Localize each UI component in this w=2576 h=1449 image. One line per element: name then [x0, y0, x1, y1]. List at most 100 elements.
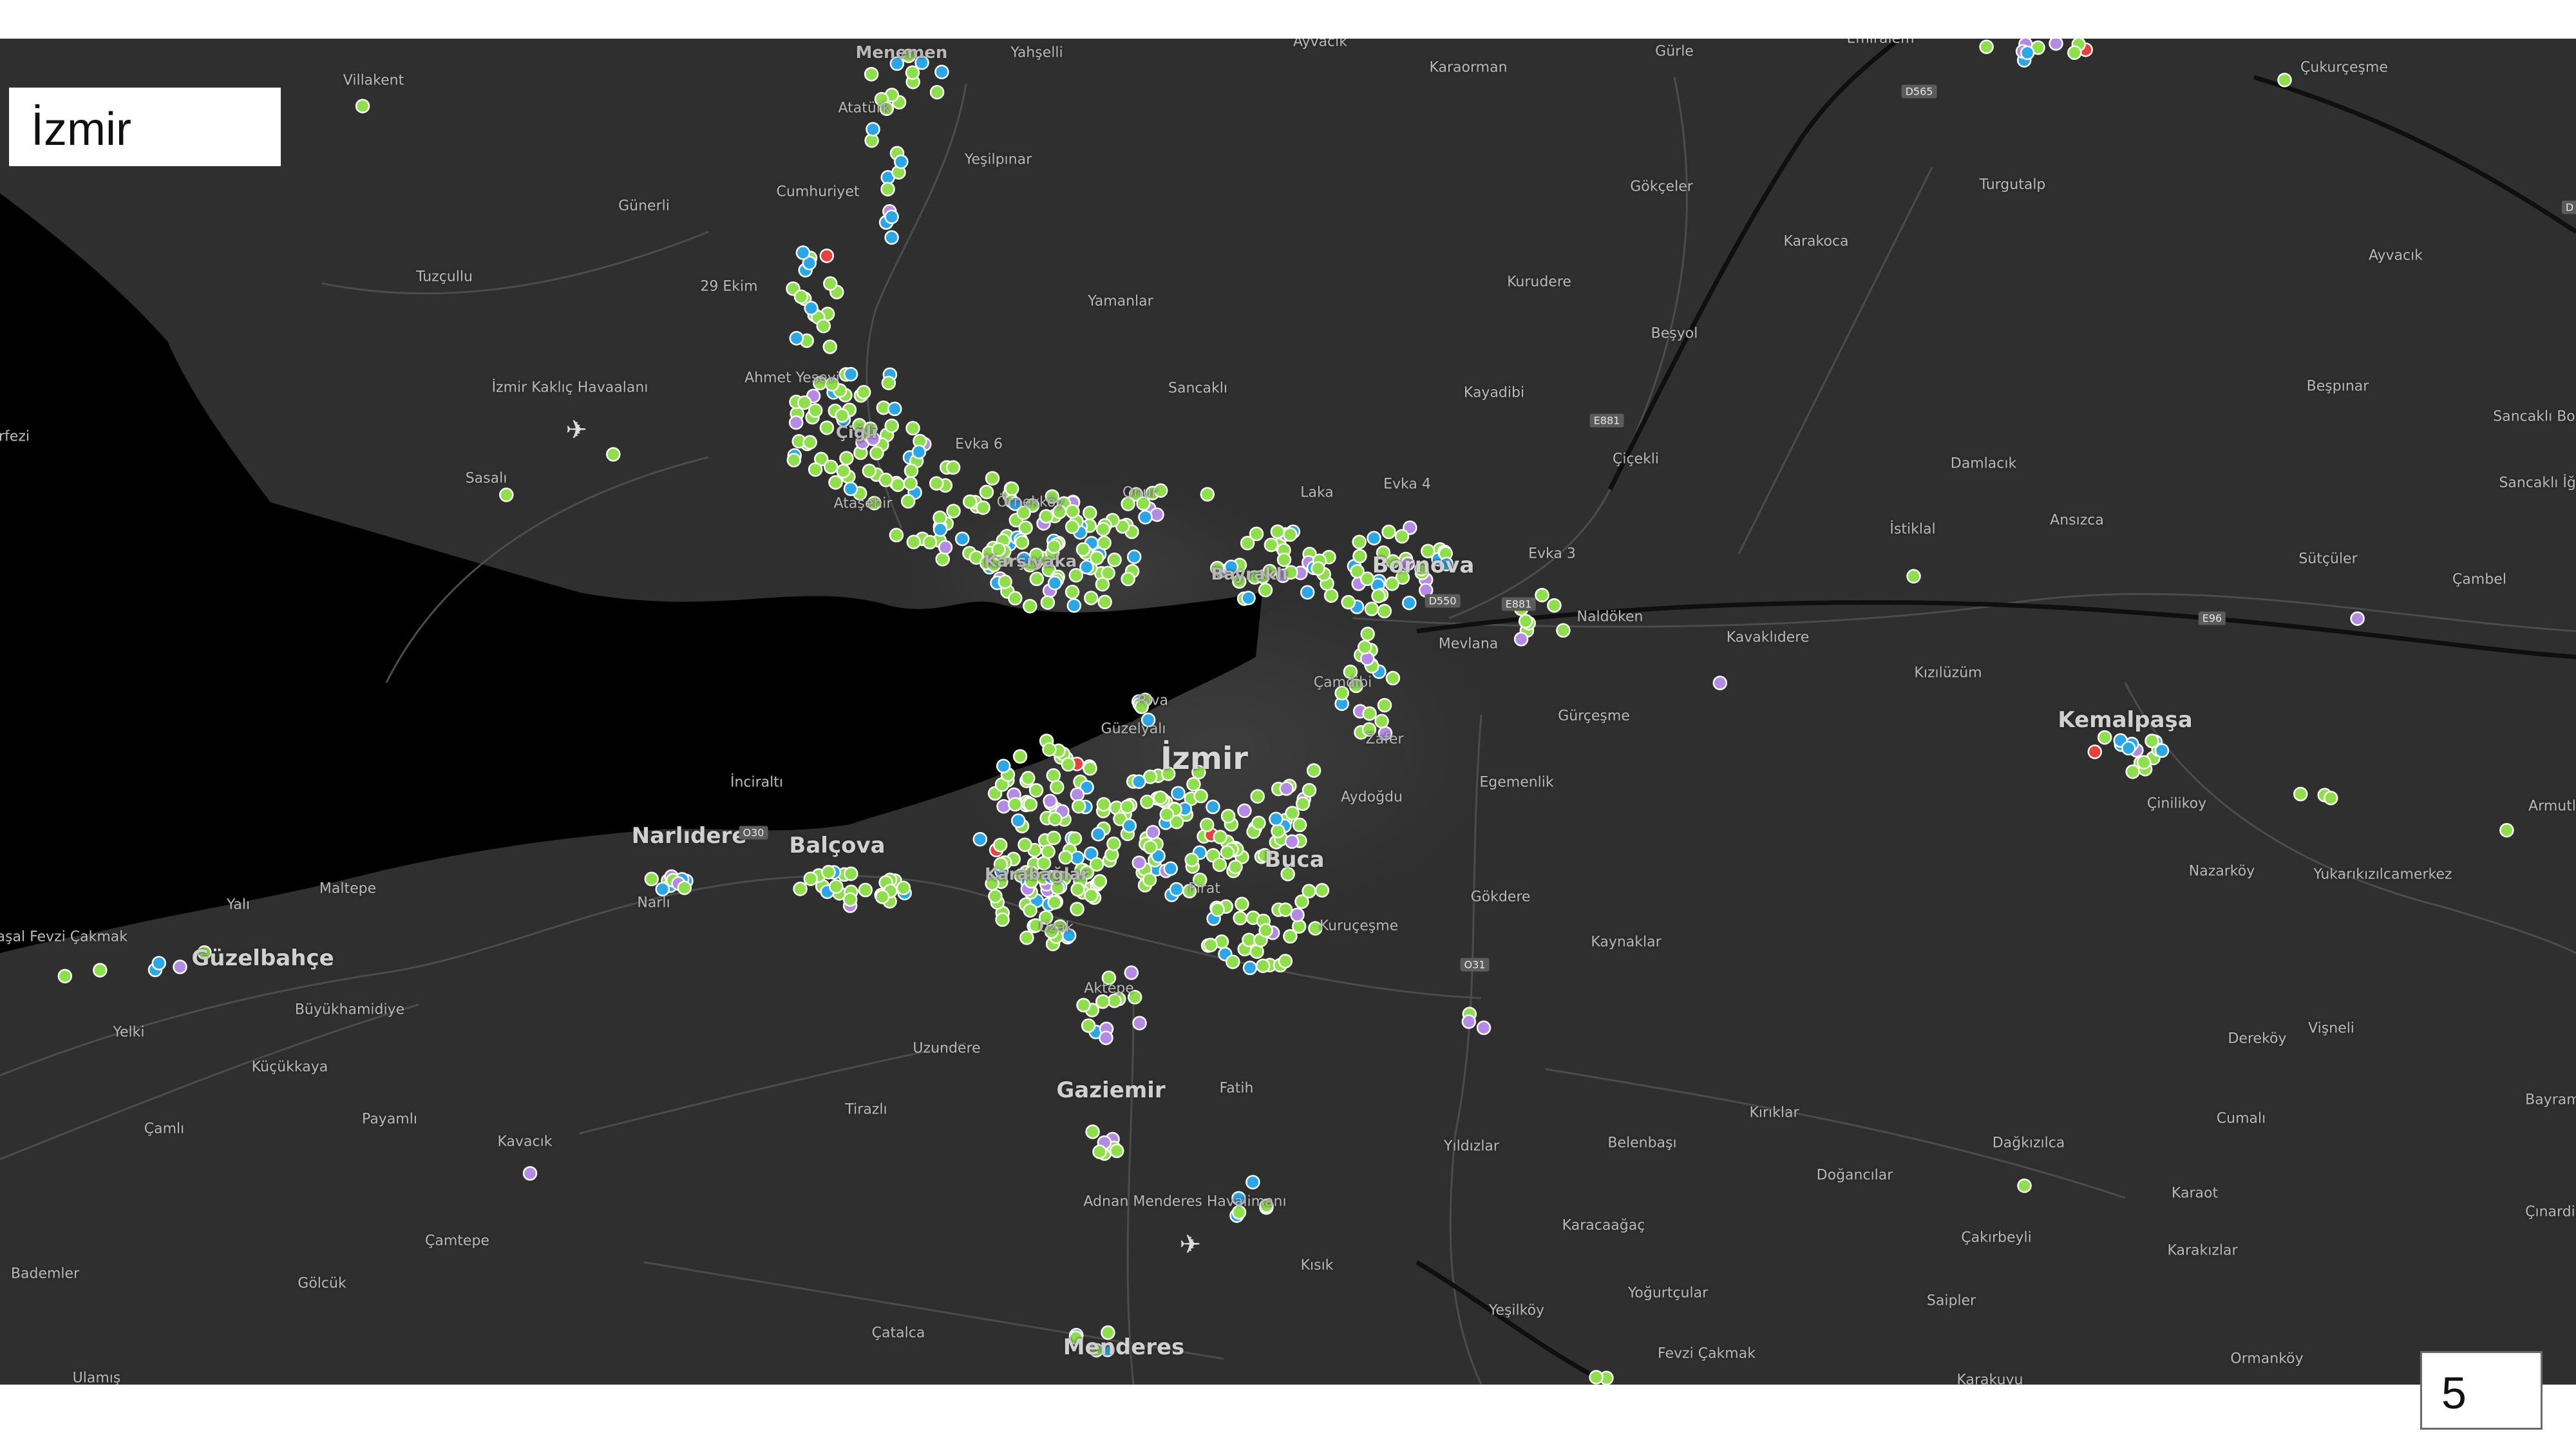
data-point[interactable]: [2499, 822, 2514, 838]
data-point[interactable]: [1004, 481, 1019, 497]
data-point[interactable]: [819, 420, 835, 435]
data-point[interactable]: [1039, 509, 1054, 524]
data-point[interactable]: [1233, 911, 1247, 925]
data-point[interactable]: [821, 865, 836, 880]
data-point[interactable]: [880, 182, 895, 196]
data-point[interactable]: [1083, 591, 1099, 605]
data-point[interactable]: [803, 871, 819, 886]
data-point[interactable]: [1124, 965, 1139, 980]
data-point[interactable]: [1251, 815, 1266, 831]
data-point[interactable]: [793, 881, 808, 896]
data-point[interactable]: [1150, 507, 1164, 522]
data-point[interactable]: [1043, 793, 1057, 809]
data-point[interactable]: [2017, 1178, 2032, 1193]
data-point[interactable]: [1067, 831, 1083, 846]
data-point[interactable]: [2097, 730, 2112, 745]
data-point[interactable]: [889, 527, 904, 543]
data-point[interactable]: [1200, 487, 1215, 502]
data-point[interactable]: [1097, 535, 1112, 551]
data-point[interactable]: [824, 459, 838, 475]
data-point[interactable]: [1021, 771, 1036, 786]
data-point[interactable]: [1518, 614, 1533, 629]
data-point[interactable]: [1095, 522, 1111, 536]
data-point[interactable]: [1237, 803, 1252, 819]
data-point[interactable]: [905, 421, 920, 436]
data-point[interactable]: [1065, 519, 1080, 535]
data-point[interactable]: [1070, 902, 1084, 916]
data-point[interactable]: [1099, 1030, 1113, 1045]
data-point[interactable]: [1377, 603, 1392, 619]
data-point[interactable]: [1367, 531, 1381, 545]
data-point[interactable]: [887, 401, 902, 417]
data-point[interactable]: [1402, 595, 1417, 611]
data-point[interactable]: [933, 522, 948, 537]
data-point[interactable]: [1381, 524, 1396, 540]
data-point[interactable]: [1096, 797, 1112, 812]
data-point[interactable]: [862, 463, 877, 478]
data-point[interactable]: [1255, 958, 1271, 973]
data-point[interactable]: [1302, 782, 1317, 798]
data-point[interactable]: [906, 535, 922, 549]
data-point[interactable]: [1295, 796, 1311, 811]
data-point[interactable]: [1193, 788, 1208, 804]
data-point[interactable]: [1306, 763, 1321, 778]
data-point[interactable]: [1083, 761, 1097, 776]
data-point[interactable]: [1258, 923, 1273, 938]
data-point[interactable]: [996, 799, 1011, 814]
data-point[interactable]: [1132, 1016, 1147, 1030]
data-point[interactable]: [998, 574, 1012, 589]
data-point[interactable]: [1278, 954, 1293, 969]
data-point[interactable]: [1285, 806, 1300, 820]
data-point[interactable]: [2020, 45, 2035, 61]
data-point[interactable]: [2350, 611, 2365, 626]
data-point[interactable]: [904, 463, 919, 478]
data-point[interactable]: [1226, 954, 1240, 969]
data-point[interactable]: [2136, 755, 2152, 770]
data-point[interactable]: [793, 289, 809, 305]
data-point[interactable]: [929, 84, 945, 100]
data-point[interactable]: [869, 446, 884, 460]
data-point[interactable]: [1186, 777, 1201, 791]
data-point[interactable]: [1264, 537, 1279, 553]
data-point[interactable]: [1250, 789, 1265, 804]
data-point[interactable]: [1169, 882, 1184, 897]
data-point[interactable]: [839, 451, 854, 466]
data-point[interactable]: [1047, 895, 1062, 910]
data-point[interactable]: [2125, 764, 2140, 779]
data-point[interactable]: [1476, 1020, 1492, 1036]
data-point[interactable]: [802, 435, 817, 450]
data-point[interactable]: [996, 759, 1011, 773]
data-point[interactable]: [1556, 623, 1571, 638]
data-point[interactable]: [797, 395, 812, 410]
data-point[interactable]: [1203, 938, 1218, 952]
data-point[interactable]: [1029, 571, 1045, 587]
data-point[interactable]: [499, 488, 514, 502]
data-point[interactable]: [57, 969, 73, 983]
data-point[interactable]: [1089, 857, 1104, 872]
data-point[interactable]: [829, 879, 844, 894]
data-point[interactable]: [1095, 994, 1110, 1009]
data-point[interactable]: [1300, 585, 1315, 600]
data-point[interactable]: [1065, 585, 1080, 600]
data-point[interactable]: [1092, 1144, 1107, 1159]
data-point[interactable]: [2154, 743, 2170, 758]
data-point[interactable]: [1314, 883, 1330, 898]
data-point[interactable]: [1122, 819, 1137, 833]
data-point[interactable]: [933, 510, 947, 526]
data-point[interactable]: [1371, 589, 1386, 603]
data-point[interactable]: [1018, 520, 1033, 535]
data-point[interactable]: [828, 475, 843, 490]
data-point[interactable]: [1979, 39, 1994, 54]
data-point[interactable]: [1352, 549, 1367, 564]
data-point[interactable]: [1199, 817, 1215, 833]
data-point[interactable]: [1210, 902, 1225, 917]
data-point[interactable]: [151, 956, 167, 971]
data-point[interactable]: [935, 551, 950, 567]
data-point[interactable]: [1323, 588, 1339, 603]
data-point[interactable]: [1008, 591, 1023, 606]
data-point[interactable]: [1341, 594, 1356, 610]
data-point[interactable]: [1374, 714, 1389, 729]
data-point[interactable]: [1311, 561, 1325, 576]
data-point[interactable]: [1159, 807, 1175, 822]
data-point[interactable]: [1126, 549, 1142, 564]
